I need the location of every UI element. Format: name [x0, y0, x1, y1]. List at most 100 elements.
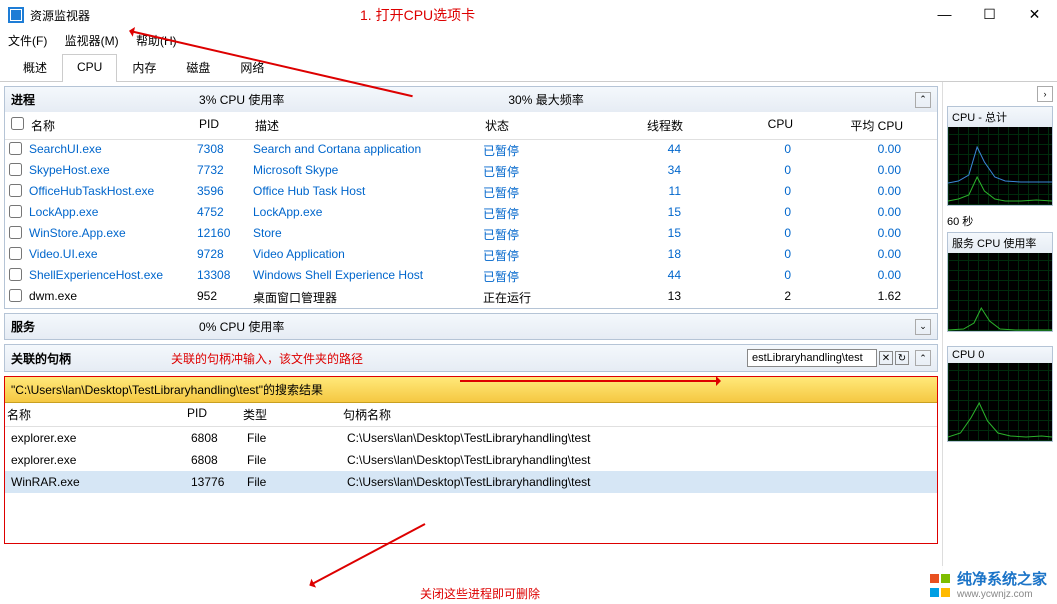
- process-checkbox[interactable]: [9, 184, 22, 197]
- handle-name: explorer.exe: [7, 429, 187, 447]
- services-title: 服务: [11, 318, 35, 335]
- process-pid: 952: [193, 287, 249, 308]
- process-cpu: 0: [685, 161, 795, 182]
- handle-rows[interactable]: explorer.exe6808FileC:\Users\lan\Desktop…: [5, 427, 937, 493]
- col-threads[interactable]: 线程数: [581, 115, 687, 136]
- tab-memory[interactable]: 内存: [117, 53, 171, 81]
- chart-cpu-0: CPU 0: [947, 346, 1053, 442]
- handle-path: C:\Users\lan\Desktop\TestLibraryhandling…: [343, 473, 935, 491]
- process-cpu: 0: [685, 245, 795, 266]
- search-results: "C:\Users\lan\Desktop\TestLibraryhandlin…: [4, 376, 938, 544]
- annotation-1: 1. 打开CPU选项卡: [360, 5, 475, 25]
- max-freq-text: 30% 最大频率: [508, 93, 583, 107]
- process-threads: 34: [579, 161, 685, 182]
- process-checkbox[interactable]: [9, 247, 22, 260]
- sidebar-collapse-icon[interactable]: ›: [1037, 86, 1053, 102]
- watermark-brand: 纯净系统之家: [957, 568, 1047, 589]
- tab-disk[interactable]: 磁盘: [171, 53, 225, 81]
- col-pid[interactable]: PID: [195, 115, 251, 136]
- chart-subtitle: 60 秒: [947, 212, 1053, 232]
- process-row[interactable]: dwm.exe952桌面窗口管理器正在运行1321.62: [5, 287, 937, 308]
- process-checkbox[interactable]: [9, 205, 22, 218]
- expand-icon[interactable]: ⌄: [915, 319, 931, 335]
- window-title: 资源监视器: [30, 7, 90, 24]
- process-avg: 0.00: [795, 224, 905, 245]
- process-checkbox[interactable]: [9, 226, 22, 239]
- chart-title: CPU - 总计: [948, 107, 1052, 127]
- process-cpu: 0: [685, 182, 795, 203]
- menu-monitor[interactable]: 监视器(M): [65, 34, 119, 48]
- process-checkbox[interactable]: [9, 142, 22, 155]
- process-column-header: 名称 PID 描述 状态 线程数 CPU 平均 CPU: [5, 112, 937, 140]
- handle-row[interactable]: explorer.exe6808FileC:\Users\lan\Desktop…: [5, 449, 937, 471]
- process-checkbox[interactable]: [9, 268, 22, 281]
- collapse-icon[interactable]: ⌃: [915, 350, 931, 366]
- col-status[interactable]: 状态: [481, 115, 581, 136]
- handle-path: C:\Users\lan\Desktop\TestLibraryhandling…: [343, 429, 935, 447]
- chart-title: CPU 0: [948, 347, 1052, 363]
- process-list[interactable]: SearchUI.exe7308Search and Cortana appli…: [5, 140, 937, 308]
- tab-network[interactable]: 网络: [225, 53, 279, 81]
- services-header[interactable]: 服务 0% CPU 使用率 ⌄: [5, 314, 937, 339]
- maximize-button[interactable]: ☐: [967, 0, 1012, 28]
- handle-row[interactable]: explorer.exe6808FileC:\Users\lan\Desktop…: [5, 427, 937, 449]
- col-desc[interactable]: 描述: [251, 115, 481, 136]
- col-avg-cpu[interactable]: 平均 CPU: [797, 115, 907, 136]
- chart-canvas: [948, 127, 1052, 205]
- col-name[interactable]: 名称: [27, 115, 195, 136]
- handle-pid: 6808: [187, 451, 243, 469]
- tab-bar: 概述 CPU 内存 磁盘 网络: [0, 53, 1057, 82]
- cpu-usage-text: 3% CPU 使用率: [199, 93, 284, 107]
- process-checkbox[interactable]: [9, 289, 22, 302]
- process-desc: Search and Cortana application: [249, 140, 479, 161]
- tab-cpu[interactable]: CPU: [62, 54, 117, 82]
- process-name: ShellExperienceHost.exe: [25, 266, 193, 287]
- process-threads: 11: [579, 182, 685, 203]
- chart-canvas: [948, 253, 1052, 331]
- handle-type: File: [243, 451, 343, 469]
- process-threads: 15: [579, 224, 685, 245]
- select-all-checkbox[interactable]: [11, 117, 24, 130]
- services-panel: 服务 0% CPU 使用率 ⌄: [4, 313, 938, 340]
- process-desc: Store: [249, 224, 479, 245]
- annotation-arrow-2: [460, 380, 720, 382]
- col-cpu[interactable]: CPU: [687, 115, 797, 136]
- process-threads: 44: [579, 266, 685, 287]
- process-avg: 0.00: [795, 161, 905, 182]
- close-button[interactable]: ✕: [1012, 0, 1057, 28]
- process-row[interactable]: OfficeHubTaskHost.exe3596Office Hub Task…: [5, 182, 937, 203]
- collapse-icon[interactable]: ⌃: [915, 92, 931, 108]
- handles-title: 关联的句柄: [11, 350, 71, 367]
- process-row[interactable]: Video.UI.exe9728Video Application已暂停1800…: [5, 245, 937, 266]
- process-row[interactable]: SkypeHost.exe7732Microsoft Skype已暂停3400.…: [5, 161, 937, 182]
- refresh-search-icon[interactable]: ↻: [895, 351, 909, 365]
- hcol-type[interactable]: 类型: [243, 406, 343, 423]
- process-row[interactable]: ShellExperienceHost.exe13308Windows Shel…: [5, 266, 937, 287]
- process-row[interactable]: WinStore.App.exe12160Store已暂停1500.00: [5, 224, 937, 245]
- svc-cpu-text: 0% CPU 使用率: [199, 320, 284, 334]
- process-pid: 7732: [193, 161, 249, 182]
- process-row[interactable]: LockApp.exe4752LockApp.exe已暂停1500.00: [5, 203, 937, 224]
- processes-panel: 进程 3% CPU 使用率 30% 最大频率 ⌃ 名称 PID 描述 状态 线程…: [4, 86, 938, 309]
- process-name: LockApp.exe: [25, 203, 193, 224]
- handle-search-input[interactable]: [747, 349, 877, 367]
- hcol-handle-name[interactable]: 句柄名称: [343, 406, 935, 423]
- clear-search-icon[interactable]: ✕: [879, 351, 893, 365]
- annotation-2: 关联的句柄冲输入，该文件夹的路径: [171, 350, 363, 367]
- process-row[interactable]: SearchUI.exe7308Search and Cortana appli…: [5, 140, 937, 161]
- menu-file[interactable]: 文件(F): [8, 34, 47, 48]
- hcol-name[interactable]: 名称: [7, 406, 187, 423]
- hcol-pid[interactable]: PID: [187, 406, 243, 423]
- app-icon: [8, 7, 24, 23]
- process-cpu: 0: [685, 266, 795, 287]
- processes-header[interactable]: 进程 3% CPU 使用率 30% 最大频率 ⌃: [5, 87, 937, 112]
- process-status: 已暂停: [479, 140, 579, 161]
- handle-pid: 6808: [187, 429, 243, 447]
- minimize-button[interactable]: —: [922, 0, 967, 28]
- process-cpu: 0: [685, 224, 795, 245]
- handles-header[interactable]: 关联的句柄 关联的句柄冲输入，该文件夹的路径 ✕ ↻ ⌃: [5, 345, 937, 371]
- tab-overview[interactable]: 概述: [8, 53, 62, 81]
- handle-row[interactable]: WinRAR.exe13776FileC:\Users\lan\Desktop\…: [5, 471, 937, 493]
- process-checkbox[interactable]: [9, 163, 22, 176]
- process-name: SearchUI.exe: [25, 140, 193, 161]
